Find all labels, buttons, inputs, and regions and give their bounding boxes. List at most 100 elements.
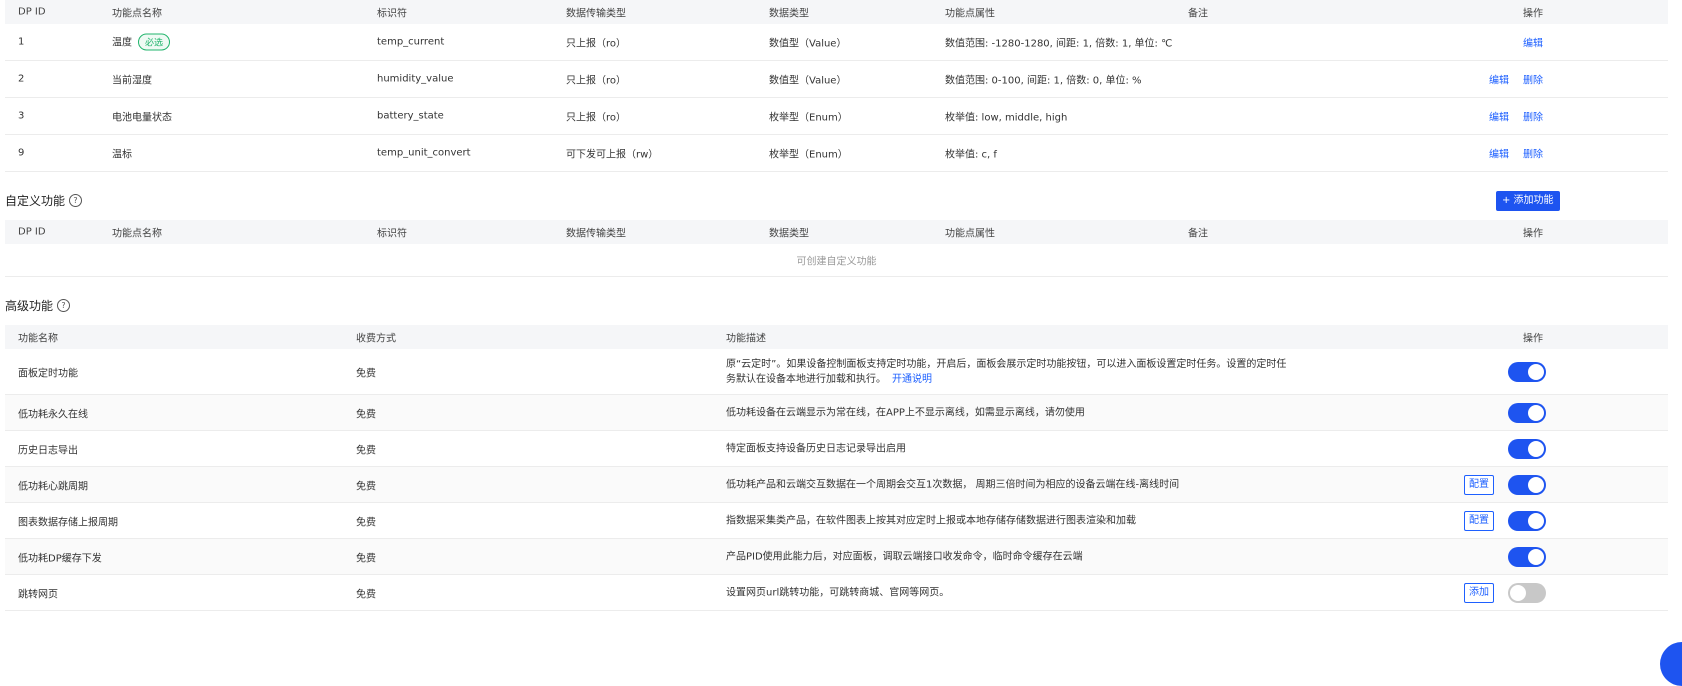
configure-button[interactable]: 配置 bbox=[1464, 474, 1494, 495]
edit-link[interactable]: 编辑 bbox=[1489, 109, 1509, 124]
table-row: 2 当前湿度 humidity_value 只上报（ro） 数值型（Value） 数值范围… bbox=[5, 61, 1668, 98]
dp-code: humidity_value bbox=[377, 73, 454, 85]
col-actions: 操作 bbox=[1523, 228, 1543, 240]
dp-type: 数值型（Value） bbox=[769, 75, 847, 87]
edit-link[interactable]: 编辑 bbox=[1523, 35, 1543, 50]
feature-desc: 特定面板支持设备历史日志记录导出启用 bbox=[726, 443, 906, 454]
delete-link[interactable]: 删除 bbox=[1523, 72, 1543, 87]
table-row: 跳转网页 免费 设置网页url跳转功能，可跳转商城、官网等网页。 添加 bbox=[5, 575, 1668, 611]
feature-toggle[interactable] bbox=[1508, 582, 1546, 603]
feature-toggle[interactable] bbox=[1508, 438, 1546, 459]
col-type: 数据类型 bbox=[769, 228, 809, 240]
feature-name: 面板定时功能 bbox=[18, 368, 78, 379]
feature-name: 图表数据存储上报周期 bbox=[18, 517, 118, 528]
custom-section-title: 自定义功能 ? bbox=[5, 192, 83, 209]
dp-id: 3 bbox=[18, 110, 25, 122]
col-dp-id: DP ID bbox=[18, 226, 46, 238]
delete-link[interactable]: 删除 bbox=[1523, 146, 1543, 161]
feature-desc: 原“云定时”。如果设备控制面板支持定时功能，开启后，面板会展示定时功能按钮，可以… bbox=[726, 358, 1287, 385]
help-icon[interactable]: ? bbox=[57, 299, 71, 312]
fee-type: 免费 bbox=[356, 368, 376, 379]
col-transfer: 数据传输类型 bbox=[566, 228, 626, 240]
dp-name: 温标 bbox=[112, 149, 132, 161]
feature-name: 低功耗DP缓存下发 bbox=[18, 553, 102, 564]
table-row: 低功耗永久在线 免费 低功耗设备在云端显示为常在线，在APP上不显示离线，如需显示离… bbox=[5, 395, 1668, 431]
feature-toggle[interactable] bbox=[1508, 546, 1546, 567]
feature-name: 低功耗心跳周期 bbox=[18, 481, 88, 492]
table-row: 面板定时功能 免费 原“云定时”。如果设备控制面板支持定时功能，开启后，面板会展示定… bbox=[5, 349, 1668, 395]
dp-props: 数值范围: 0-100, 间距: 1, 倍数: 0, 单位: % bbox=[945, 75, 1142, 87]
feature-desc: 低功耗设备在云端显示为常在线，在APP上不显示离线，如需显示离线，请勿使用 bbox=[726, 407, 1085, 418]
col-fee: 收费方式 bbox=[356, 333, 396, 345]
dp-type: 数值型（Value） bbox=[769, 38, 847, 50]
col-transfer: 数据传输类型 bbox=[566, 8, 626, 20]
dp-type: 枚举型（Enum） bbox=[769, 112, 848, 124]
add-function-button[interactable]: + 添加功能 bbox=[1496, 191, 1560, 211]
custom-dp-table: DP ID 功能点名称 标识符 数据传输类型 数据类型 功能点属性 备注 操作 … bbox=[5, 220, 1668, 277]
feature-desc: 设置网页url跳转功能，可跳转商城、官网等网页。 bbox=[726, 587, 950, 598]
col-remark: 备注 bbox=[1188, 228, 1208, 240]
col-props: 功能点属性 bbox=[945, 8, 995, 20]
table-row: 低功耗DP缓存下发 免费 产品PID使用此能力后，对应面板，调取云端接口收发命令，临… bbox=[5, 539, 1668, 575]
dp-id: 2 bbox=[18, 73, 25, 85]
delete-link[interactable]: 删除 bbox=[1523, 109, 1543, 124]
dp-props: 数值范围: -1280-1280, 间距: 1, 倍数: 1, 单位: ℃ bbox=[945, 38, 1173, 50]
edit-link[interactable]: 编辑 bbox=[1489, 72, 1509, 87]
feature-name: 历史日志导出 bbox=[18, 445, 78, 456]
required-badge: 必选 bbox=[138, 33, 171, 51]
add-button[interactable]: 添加 bbox=[1464, 582, 1494, 603]
feature-desc: 低功耗产品和云端交互数据在一个周期会交互1次数据， 周期三倍时间为相应的设备云端… bbox=[726, 479, 1180, 490]
empty-placeholder: 可创建自定义功能 bbox=[796, 256, 877, 268]
feature-toggle[interactable] bbox=[1508, 474, 1546, 495]
dp-transfer: 只上报（ro） bbox=[566, 38, 627, 50]
dp-name: 当前湿度 bbox=[112, 75, 152, 87]
fee-type: 免费 bbox=[356, 481, 376, 492]
feature-toggle[interactable] bbox=[1508, 361, 1546, 382]
feature-desc: 产品PID使用此能力后，对应面板，调取云端接口收发命令，临时命令缓存在云端 bbox=[726, 551, 1083, 562]
feature-name: 跳转网页 bbox=[18, 589, 58, 600]
dp-props: 枚举值: c, f bbox=[945, 149, 997, 161]
dp-id: 9 bbox=[18, 147, 25, 159]
standard-dp-table: DP ID 功能点名称 标识符 数据传输类型 数据类型 功能点属性 备注 操作 … bbox=[5, 0, 1668, 172]
feature-toggle[interactable] bbox=[1508, 510, 1546, 531]
advanced-table-header: 功能名称 收费方式 功能描述 操作 bbox=[5, 325, 1668, 349]
feature-toggle[interactable] bbox=[1508, 402, 1546, 423]
dp-table-header: DP ID 功能点名称 标识符 数据传输类型 数据类型 功能点属性 备注 操作 bbox=[5, 0, 1668, 24]
table-row: 低功耗心跳周期 免费 低功耗产品和云端交互数据在一个周期会交互1次数据， 周期三倍时… bbox=[5, 467, 1668, 503]
dp-type: 枚举型（Enum） bbox=[769, 149, 848, 161]
configure-button[interactable]: 配置 bbox=[1464, 510, 1494, 531]
fee-type: 免费 bbox=[356, 517, 376, 528]
help-float-button[interactable] bbox=[1660, 642, 1682, 686]
dp-transfer: 只上报（ro） bbox=[566, 75, 627, 87]
table-row: 1 温度 必选 temp_current 只上报（ro） 数值型（Value） 数值范围: … bbox=[5, 24, 1668, 61]
custom-table-header: DP ID 功能点名称 标识符 数据传输类型 数据类型 功能点属性 备注 操作 bbox=[5, 220, 1668, 244]
advanced-section-title: 高级功能 ? bbox=[5, 297, 71, 314]
table-row: 3 电池电量状态 battery_state 只上报（ro） 枚举型（Enum） 枚举值:… bbox=[5, 98, 1668, 135]
dp-code: battery_state bbox=[377, 110, 444, 122]
feature-desc: 指数据采集类产品，在软件图表上按其对应定时上报或本地存储存储数据进行图表渲染和加… bbox=[726, 515, 1136, 526]
col-actions: 操作 bbox=[1523, 8, 1543, 20]
fee-type: 免费 bbox=[356, 445, 376, 456]
feature-name: 低功耗永久在线 bbox=[18, 409, 88, 420]
col-name: 功能点名称 bbox=[112, 228, 162, 240]
table-row: 图表数据存储上报周期 免费 指数据采集类产品，在软件图表上按其对应定时上报或本地存储… bbox=[5, 503, 1668, 539]
open-guide-link[interactable]: 开通说明 bbox=[892, 374, 932, 385]
col-code: 标识符 bbox=[377, 228, 407, 240]
col-props: 功能点属性 bbox=[945, 228, 995, 240]
fee-type: 免费 bbox=[356, 553, 376, 564]
dp-code: temp_unit_convert bbox=[377, 147, 471, 159]
help-icon[interactable]: ? bbox=[69, 194, 83, 207]
advanced-table: 功能名称 收费方式 功能描述 操作 面板定时功能 免费 原“云定时”。如果设备控制面… bbox=[5, 325, 1668, 611]
col-dp-id: DP ID bbox=[18, 6, 46, 18]
dp-props: 枚举值: low, middle, high bbox=[945, 112, 1068, 124]
dp-code: temp_current bbox=[377, 36, 445, 48]
table-row: 9 温标 temp_unit_convert 可下发可上报（rw） 枚举型（Enum） 枚… bbox=[5, 135, 1668, 172]
edit-link[interactable]: 编辑 bbox=[1489, 146, 1509, 161]
col-actions: 操作 bbox=[1523, 333, 1543, 345]
custom-empty-row: 可创建自定义功能 bbox=[5, 244, 1668, 277]
dp-transfer: 只上报（ro） bbox=[566, 112, 627, 124]
col-type: 数据类型 bbox=[769, 8, 809, 20]
dp-name: 电池电量状态 bbox=[112, 112, 172, 124]
dp-name: 温度 必选 bbox=[112, 33, 171, 51]
dp-id: 1 bbox=[18, 36, 25, 48]
